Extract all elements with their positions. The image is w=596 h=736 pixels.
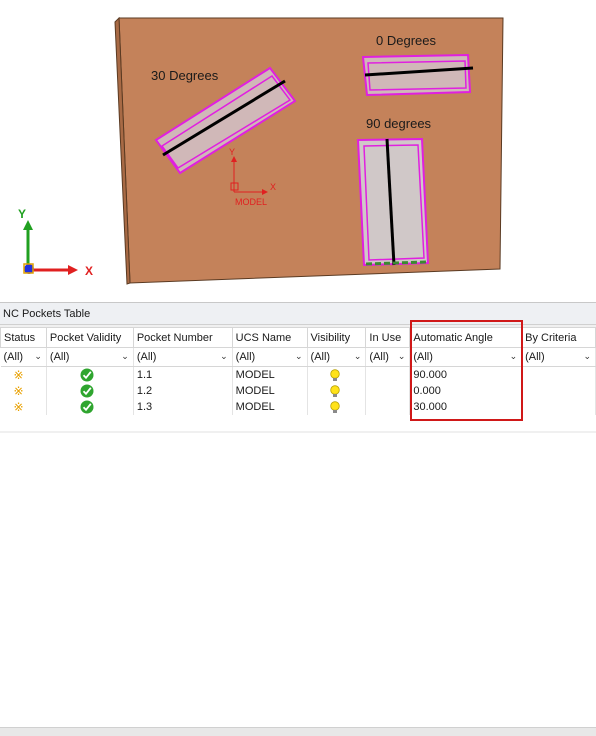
by-criteria-cell (521, 383, 596, 399)
automatic-angle-cell: 30.000 (409, 399, 523, 415)
status-cell: ※ (0, 366, 47, 383)
filter-row: (All) ⌄ (All) ⌄ (All) ⌄ (All) ⌄ (All) ⌄ (All)… (0, 347, 596, 367)
pocket-90-degrees[interactable] (356, 137, 430, 267)
column-header-pocket-validity[interactable]: Pocket Validity (45, 327, 134, 348)
column-header-ucs-name[interactable]: UCS Name (231, 327, 308, 348)
column-header-visibility[interactable]: Visibility (306, 327, 367, 348)
pocket-0-degrees[interactable] (361, 53, 474, 97)
status-star-icon: ※ (13, 368, 24, 382)
label-30-degrees: 30 Degrees (151, 68, 219, 83)
ucs-name-cell: MODEL (232, 366, 308, 383)
in-use-cell (365, 399, 411, 415)
pocket-number-cell: 1.1 (133, 366, 233, 383)
status-star-icon: ※ (13, 384, 24, 398)
chevron-down-icon[interactable]: ⌄ (121, 351, 129, 362)
column-header-automatic-angle[interactable]: Automatic Angle (409, 327, 523, 348)
pocket-validity-cell (46, 366, 134, 383)
by-criteria-cell (521, 399, 596, 415)
check-icon (80, 368, 94, 382)
in-use-cell (365, 366, 411, 383)
chevron-down-icon[interactable]: ⌄ (354, 351, 362, 362)
column-header-in-use[interactable]: In Use (365, 327, 411, 348)
filter-value: (All) (525, 351, 545, 363)
world-axis-triad-icon (23, 220, 78, 275)
check-icon (80, 400, 94, 414)
status-star-icon: ※ (13, 400, 24, 414)
visibility-cell[interactable] (307, 383, 367, 399)
filter-by-criteria[interactable]: (All) ⌄ (521, 347, 596, 367)
filter-pocket-number[interactable]: (All) ⌄ (133, 347, 233, 367)
pocket-validity-cell (46, 399, 134, 415)
bulb-icon[interactable] (329, 368, 340, 382)
automatic-angle-cell: 0.000 (409, 383, 523, 399)
filter-ucs-name[interactable]: (All) ⌄ (232, 347, 308, 367)
filter-value: (All) (49, 351, 70, 363)
ucs-name-label: MODEL (235, 197, 267, 207)
horizontal-scrollbar[interactable] (0, 727, 596, 736)
ucs-name-cell: MODEL (232, 383, 308, 399)
filter-value: (All) (310, 351, 331, 363)
automatic-angle-cell: 90.000 (409, 366, 523, 383)
table-header-row: Status Pocket Validity Pocket Number UCS… (0, 327, 596, 348)
column-header-status[interactable]: Status (0, 327, 47, 348)
filter-visibility[interactable]: (All) ⌄ (307, 347, 367, 367)
chevron-down-icon[interactable]: ⌄ (34, 351, 42, 362)
visibility-cell[interactable] (307, 399, 367, 415)
in-use-cell (365, 383, 411, 399)
graphics-viewport[interactable]: 30 Degrees 0 Degrees 90 degrees Y X MODE… (0, 0, 596, 302)
label-0-degrees: 0 Degrees (376, 33, 436, 48)
bulb-icon[interactable] (329, 400, 340, 414)
pocket-number-cell: 1.3 (133, 399, 233, 415)
filter-value: (All) (235, 351, 256, 363)
chevron-down-icon[interactable]: ⌄ (398, 351, 406, 362)
label-90-degrees: 90 degrees (366, 116, 432, 131)
filter-value: (All) (369, 351, 389, 363)
panel-title: NC Pockets Table (0, 303, 596, 325)
by-criteria-cell (521, 366, 596, 383)
filter-in-use[interactable]: (All) ⌄ (365, 347, 411, 367)
pockets-table: Status Pocket Validity Pocket Number UCS… (0, 327, 596, 431)
bulb-icon[interactable] (329, 384, 340, 398)
triad-x-label: X (85, 264, 93, 278)
table-row[interactable]: ※ 1.3 MODEL 30.000 (0, 399, 596, 415)
visibility-cell[interactable] (307, 366, 367, 383)
filter-value: (All) (136, 351, 157, 363)
filter-value: (All) (3, 351, 24, 363)
column-header-by-criteria[interactable]: By Criteria (521, 327, 596, 348)
filter-automatic-angle[interactable]: (All) ⌄ (409, 347, 523, 367)
chevron-down-icon[interactable]: ⌄ (583, 351, 591, 362)
table-row[interactable]: ※ 1.1 MODEL 90.000 (0, 366, 596, 383)
ucs-x-label: X (270, 182, 276, 192)
chevron-down-icon[interactable]: ⌄ (295, 351, 303, 362)
check-icon (80, 384, 94, 398)
pocket-validity-cell (46, 383, 134, 399)
ucs-name-cell: MODEL (232, 399, 308, 415)
table-row[interactable]: ※ 1.2 MODEL 0.000 (0, 383, 596, 399)
chevron-down-icon[interactable]: ⌄ (510, 351, 518, 362)
filter-value: (All) (413, 351, 433, 363)
status-cell: ※ (0, 383, 47, 399)
status-cell: ※ (0, 399, 47, 415)
filter-status[interactable]: (All) ⌄ (0, 347, 47, 367)
column-header-pocket-number[interactable]: Pocket Number (132, 327, 233, 348)
filter-pocket-validity[interactable]: (All) ⌄ (46, 347, 134, 367)
nc-pockets-panel: NC Pockets Table Status Pocket Validity … (0, 302, 596, 736)
triad-y-label: Y (18, 207, 26, 221)
ucs-y-label: Y (229, 147, 235, 157)
pocket-number-cell: 1.2 (133, 383, 233, 399)
chevron-down-icon[interactable]: ⌄ (220, 351, 228, 362)
